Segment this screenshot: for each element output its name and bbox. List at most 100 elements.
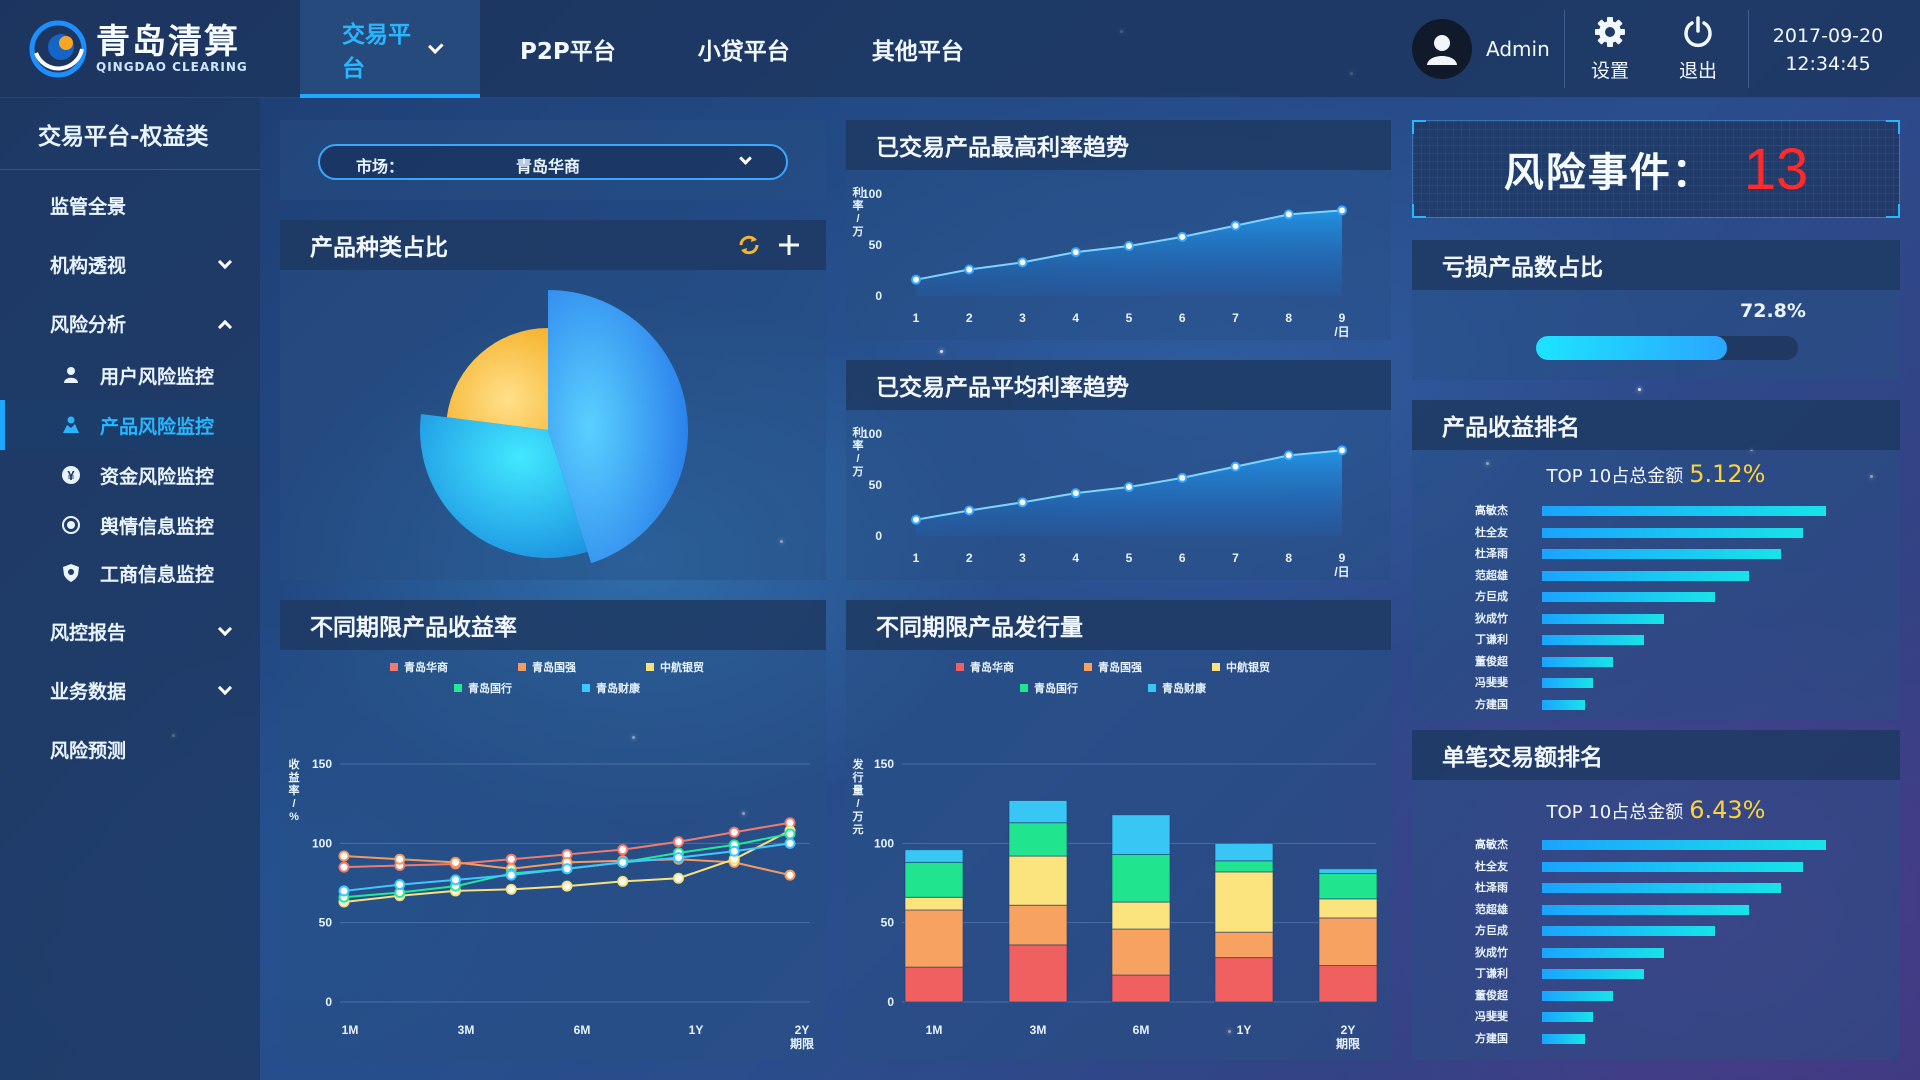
- sidebar-item-institutions[interactable]: 机构透视: [0, 239, 260, 289]
- x-tick-label: 9: [1339, 311, 1346, 325]
- data-point: [728, 845, 740, 857]
- sidebar-item-sentiment[interactable]: 舆情信息监控: [0, 500, 260, 550]
- panel-title: 产品种类占比: [310, 235, 448, 261]
- data-point: [1177, 231, 1188, 242]
- rank-bar: [1542, 1033, 1585, 1044]
- bar-segment: [1111, 928, 1171, 976]
- x-tick-label: 4: [1072, 311, 1079, 325]
- add-icon[interactable]: [776, 232, 802, 258]
- nav-microloan[interactable]: 小贷平台: [658, 0, 832, 98]
- panel-title: 已交易产品平均利率趋势: [876, 375, 1129, 401]
- legend-swatch: [390, 663, 398, 671]
- y-tick-label: 0: [875, 289, 882, 303]
- bar-segment: [1008, 799, 1068, 824]
- max-rate-chart: 0 50 100利率/万 1 2 3 4 5 6 7 8 9/日: [852, 185, 1350, 339]
- rank-name: 方建国: [1475, 697, 1508, 711]
- income-top-summary: TOP 10占总金额 5.12%: [1412, 460, 1900, 488]
- sidebar-title: 交易平台-权益类: [0, 98, 260, 170]
- data-point: [617, 844, 629, 856]
- logo[interactable]: 青岛清算 QINGDAO CLEARING: [0, 0, 300, 98]
- x-tick-label: 6M: [574, 1023, 591, 1037]
- refresh-icon[interactable]: [736, 232, 762, 258]
- market-value: 青岛华商: [516, 157, 581, 176]
- sidebar-item-label: 监管全景: [50, 195, 127, 218]
- radar-icon: [60, 514, 82, 536]
- x-tick-label: 7: [1232, 311, 1239, 325]
- nav-p2p[interactable]: P2P平台: [480, 0, 658, 98]
- chevron-down-icon: [217, 680, 233, 696]
- rank-name: 方巨成: [1475, 924, 1508, 937]
- legend-swatch: [1084, 663, 1092, 671]
- y-axis-label: 率: [853, 198, 864, 212]
- y-tick-label: 0: [325, 995, 332, 1009]
- x-tick-label: 4: [1072, 551, 1079, 565]
- user-menu[interactable]: Admin: [1412, 0, 1550, 98]
- user-name: Admin: [1486, 37, 1550, 61]
- y-tick-label: 100: [862, 427, 882, 441]
- data-point: [394, 853, 406, 865]
- data-point: [1230, 461, 1241, 472]
- rank-bar: [1542, 990, 1613, 1001]
- y-axis-label: 行: [852, 770, 864, 784]
- avg-rate-chart: 0 50 100利率/万 1 2 3 4 5 6 7 8 9/日: [852, 425, 1350, 579]
- sidebar-item-product-risk[interactable]: 产品风险监控: [0, 400, 260, 450]
- time-text: 12:34:45: [1785, 53, 1871, 75]
- rank-bar: [1542, 656, 1613, 667]
- data-point: [505, 869, 517, 881]
- y-tick-label: 150: [312, 757, 332, 771]
- sidebar-item-label: 资金风险监控: [100, 465, 215, 488]
- rank-name: 丁谦利: [1475, 633, 1508, 646]
- panel-header: 单笔交易额排名: [1412, 730, 1900, 780]
- data-point: [1070, 247, 1081, 258]
- data-point: [450, 874, 461, 886]
- panel-title: 已交易产品最高利率趋势: [876, 135, 1129, 161]
- rank-name: 冯斐斐: [1475, 1010, 1508, 1023]
- chevron-down-icon: [428, 38, 444, 54]
- rank-bar: [1542, 635, 1645, 645]
- sidebar-item-user-risk[interactable]: 用户风险监控: [0, 350, 260, 400]
- legend-swatch: [956, 663, 964, 671]
- rank-bar: [1542, 840, 1826, 850]
- x-tick-label: 5: [1126, 551, 1133, 565]
- nav-trading[interactable]: 交易平台: [300, 0, 480, 98]
- data-point: [673, 852, 684, 864]
- sidebar-item-fund-risk[interactable]: ¥ 资金风险监控: [0, 450, 260, 500]
- data-point: [338, 885, 350, 897]
- y-axis-label: 万: [852, 810, 864, 823]
- main-nav: 交易平台 P2P平台 小贷平台 其他平台: [300, 0, 1006, 98]
- logo-subtitle: QINGDAO CLEARING: [96, 60, 248, 74]
- risk-events-box[interactable]: 风险事件： 13: [1412, 120, 1900, 218]
- y-axis-label: 万: [852, 225, 864, 238]
- legend-label: 青岛国行: [468, 681, 512, 695]
- x-tick-label: 3: [1019, 311, 1026, 325]
- x-tick-label: 8: [1285, 551, 1292, 565]
- data-point: [964, 505, 975, 516]
- y-tick-label: 0: [875, 529, 882, 543]
- legend-swatch: [1148, 684, 1156, 692]
- legend-swatch: [1212, 663, 1220, 671]
- nav-other[interactable]: 其他平台: [832, 0, 1006, 98]
- sidebar-item-reports[interactable]: 风控报告: [0, 606, 260, 656]
- market-select[interactable]: 市场： 青岛华商: [318, 144, 788, 180]
- data-point: [1283, 450, 1294, 461]
- sidebar-item-forecast[interactable]: 风险预测: [0, 724, 260, 774]
- sidebar-item-business-data[interactable]: 业务数据: [0, 665, 260, 715]
- sidebar-item-business-info[interactable]: 工商信息监控: [0, 548, 260, 598]
- sidebar-item-overview[interactable]: 监管全景: [0, 180, 260, 230]
- settings-button[interactable]: 设置: [1580, 16, 1640, 83]
- data-point: [673, 872, 684, 884]
- nav-trading-label: 交易平台: [342, 22, 411, 82]
- data-point: [728, 826, 740, 838]
- x-tick-label: 2Y: [1341, 1023, 1356, 1037]
- data-point: [911, 514, 921, 525]
- date-text: 2017-09-20: [1772, 25, 1884, 47]
- legend-label: 青岛华商: [404, 660, 448, 674]
- rank-bar: [1542, 613, 1665, 624]
- y-tick-label: 0: [887, 995, 894, 1009]
- logout-button[interactable]: 退出: [1668, 16, 1728, 83]
- bar-segment: [904, 849, 964, 863]
- panel-title: 不同期限产品发行量: [876, 615, 1083, 641]
- sidebar-item-risk-analysis[interactable]: 风险分析: [0, 298, 260, 348]
- issue-chart: 青岛华商 青岛国强 中航银贸青岛国行 青岛财康 0 50 100 150 发行量/万元 1M 3M 6…: [852, 660, 1378, 1051]
- market-label: 市场：: [356, 157, 405, 176]
